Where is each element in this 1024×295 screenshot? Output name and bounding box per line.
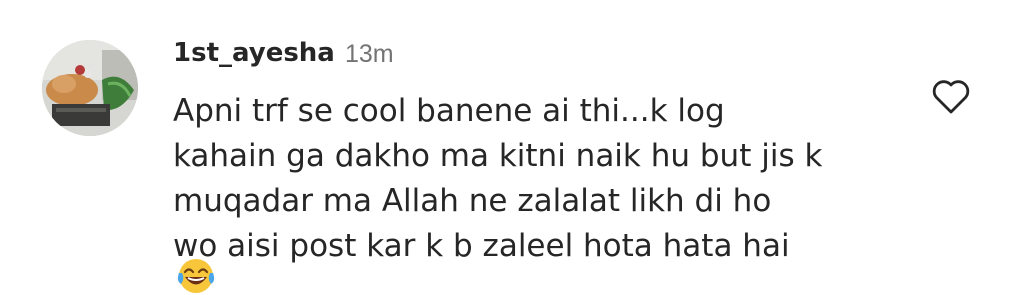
like-button[interactable] bbox=[928, 74, 974, 118]
avatar[interactable] bbox=[42, 40, 138, 136]
comment-text-line: Apni trf se cool banene ai thi...k log bbox=[173, 93, 725, 129]
comment-text-line: wo aisi post kar k b zaleel hota hata ha… bbox=[173, 228, 790, 264]
comment-text: Apni trf se cool banene ai thi...k log k… bbox=[173, 89, 893, 269]
comment-timestamp: 13m bbox=[345, 40, 394, 68]
comment-text-line: kahain ga dakho ma kitni naik hu but jis… bbox=[173, 138, 823, 174]
comment-text-line: muqadar ma Allah ne zalalat likh di ho bbox=[173, 183, 772, 219]
face-with-tears-of-joy-icon bbox=[176, 257, 216, 295]
heart-outline-icon bbox=[932, 80, 970, 114]
comment-username[interactable]: 1st_ayesha bbox=[173, 36, 335, 70]
comment-item: 1st_ayesha 13m Apni trf se cool banene a… bbox=[0, 0, 1024, 295]
